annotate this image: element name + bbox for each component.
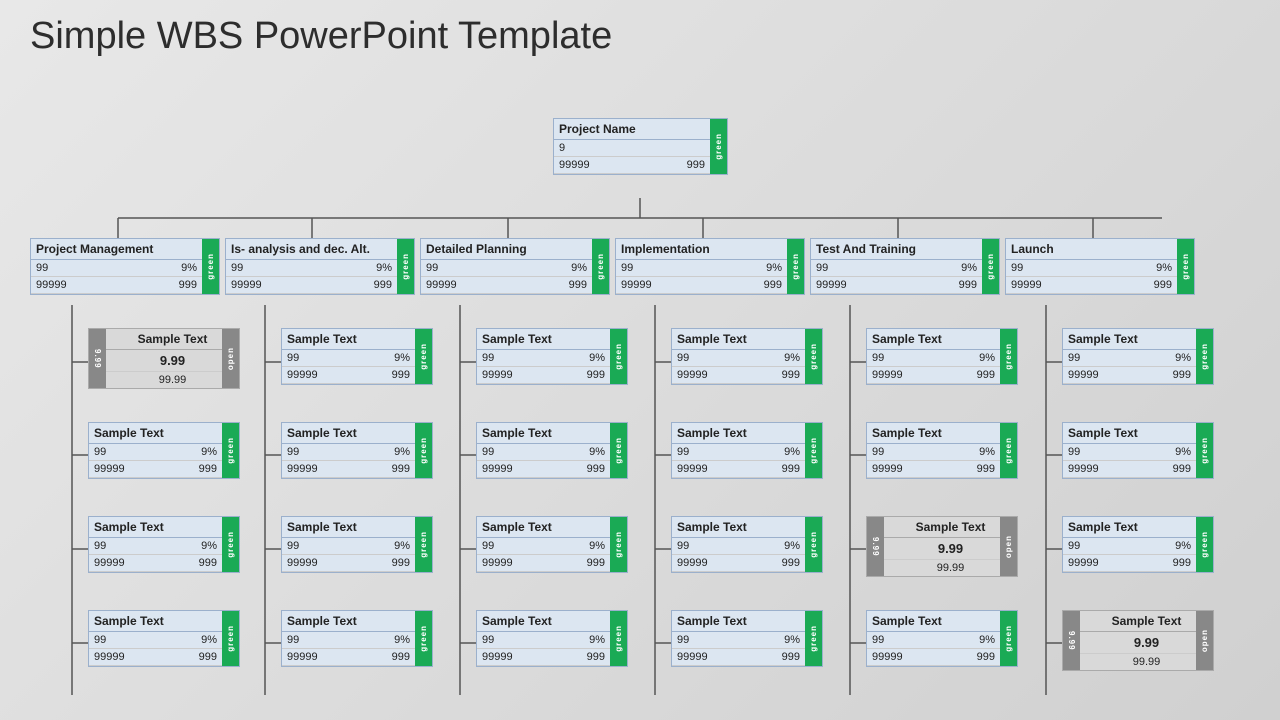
root-row1-left: 9	[559, 142, 565, 154]
col5-child3: 9.99 Sample Text 9.99 99.99 open	[866, 516, 1018, 577]
col1-child3: Sample Text 999% 99999999 green	[88, 516, 240, 573]
root-row2-left: 99999	[559, 159, 590, 171]
root-header: Project Name	[554, 119, 727, 140]
root-node: Project Name 9 99999 999 green	[553, 118, 728, 175]
page-title: Simple WBS PowerPoint Template	[30, 15, 612, 58]
col6-child4: 9.99 Sample Text 9.99 99.99 open	[1062, 610, 1214, 671]
col2-child2: Sample Text 999% 99999999 green	[281, 422, 433, 479]
col1-level1: Project Management 99 9% 99999 999 green	[30, 238, 220, 295]
col3-child3: Sample Text 999% 99999999 green	[476, 516, 628, 573]
col4-level1: Implementation 999% 99999999 green	[615, 238, 805, 295]
col1-header: Project Management	[31, 239, 219, 260]
col3-child1: Sample Text 999% 99999999 green	[476, 328, 628, 385]
col2-child4: Sample Text 999% 99999999 green	[281, 610, 433, 667]
col4-child1: Sample Text 999% 99999999 green	[671, 328, 823, 385]
col5-child1: Sample Text 999% 99999999 green	[866, 328, 1018, 385]
col2-child1: Sample Text 999% 99999999 green	[281, 328, 433, 385]
col3-level1: Detailed Planning 999% 99999999 green	[420, 238, 610, 295]
root-row2-right: 999	[687, 159, 705, 171]
col5-child2: Sample Text 999% 99999999 green	[866, 422, 1018, 479]
col6-child2: Sample Text 999% 99999999 green	[1062, 422, 1214, 479]
col4-child4: Sample Text 999% 99999999 green	[671, 610, 823, 667]
col2-level1: Is- analysis and dec. Alt. 999% 99999999…	[225, 238, 415, 295]
col1-child1: 9.99 Sample Text 9.99 99.99 open	[88, 328, 240, 389]
col4-child2: Sample Text 999% 99999999 green	[671, 422, 823, 479]
col6-child1: Sample Text 999% 99999999 green	[1062, 328, 1214, 385]
col1-child4: Sample Text 999% 99999999 green	[88, 610, 240, 667]
col5-level1: Test And Training 999% 99999999 green	[810, 238, 1000, 295]
col3-child2: Sample Text 999% 99999999 green	[476, 422, 628, 479]
col1-child1-tab: open	[222, 329, 239, 388]
col1-child2: Sample Text 999% 99999999 green	[88, 422, 240, 479]
col3-child4: Sample Text 999% 99999999 green	[476, 610, 628, 667]
col1-tab: green	[202, 239, 219, 294]
col6-level1: Launch 999% 99999999 green	[1005, 238, 1195, 295]
col5-child4: Sample Text 999% 99999999 green	[866, 610, 1018, 667]
col4-child3: Sample Text 999% 99999999 green	[671, 516, 823, 573]
col6-child3: Sample Text 999% 99999999 green	[1062, 516, 1214, 573]
root-green-tab: green	[710, 119, 727, 174]
col2-child3: Sample Text 999% 99999999 green	[281, 516, 433, 573]
